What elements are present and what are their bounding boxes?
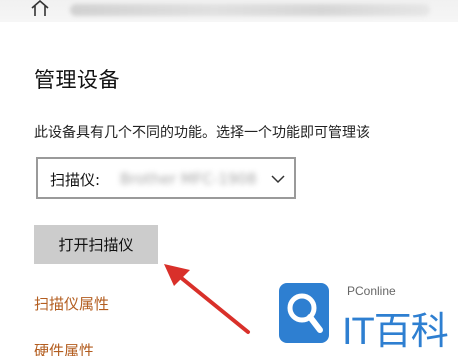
blurred-breadcrumb <box>70 4 430 16</box>
open-scanner-button[interactable]: 打开扫描仪 <box>34 225 158 264</box>
watermark-small-text: PConline <box>347 284 396 298</box>
scanner-properties-link[interactable]: 扫描仪属性 <box>34 293 109 314</box>
page-description: 此设备具有几个不同的功能。选择一个功能即可管理该 <box>34 125 370 141</box>
page-title: 管理设备 <box>34 68 120 92</box>
scanner-dropdown-value: Brother MFC-1908 <box>120 170 257 188</box>
settings-window: 管理设备 此设备具有几个不同的功能。选择一个功能即可管理该 扫描仪: Broth… <box>0 0 458 356</box>
watermark-big-text: IT百科 <box>342 311 449 353</box>
pconline-logo-icon <box>279 283 329 343</box>
watermark: PConline IT百科 <box>278 276 458 356</box>
red-arrow-annotation <box>164 264 250 334</box>
scanner-dropdown[interactable]: 扫描仪: Brother MFC-1908 <box>36 157 296 199</box>
hardware-properties-link[interactable]: 硬件属性 <box>34 340 94 356</box>
chevron-down-icon <box>270 171 286 185</box>
scanner-dropdown-label: 扫描仪: <box>50 171 101 189</box>
home-icon[interactable] <box>30 0 50 16</box>
top-bar <box>0 0 458 22</box>
